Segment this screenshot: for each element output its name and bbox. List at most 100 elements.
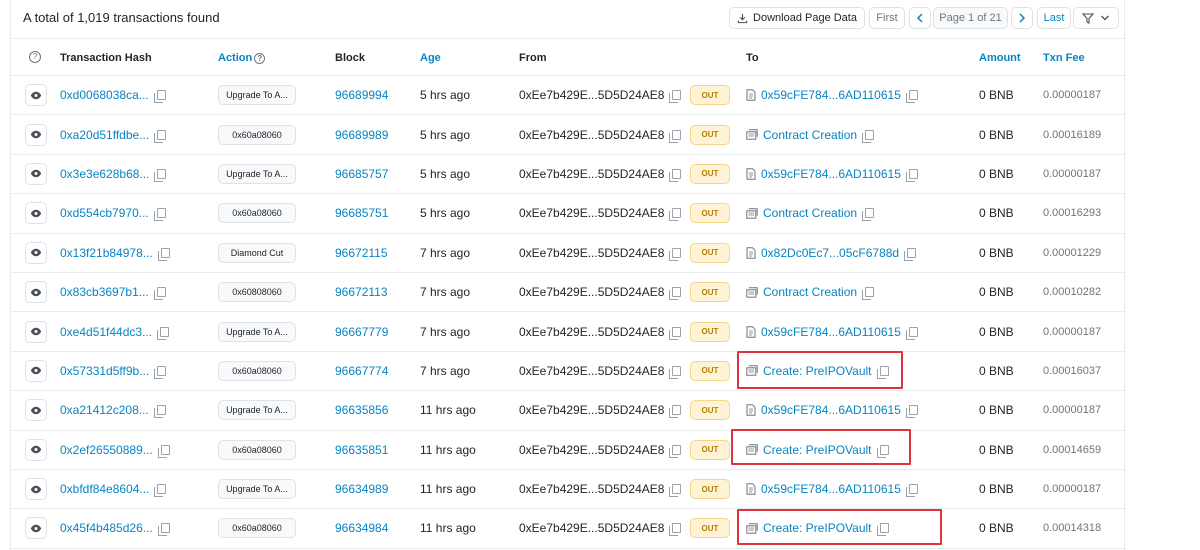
tx-hash-link[interactable]: 0x57331d5ff9b... bbox=[60, 364, 149, 378]
from-address[interactable]: 0xEe7b429E...5D5D24AE8 bbox=[519, 167, 664, 181]
copy-icon[interactable] bbox=[669, 365, 682, 379]
copy-icon[interactable] bbox=[153, 287, 166, 301]
copy-icon[interactable] bbox=[669, 129, 682, 143]
view-details-button[interactable] bbox=[25, 281, 47, 304]
block-link[interactable]: 96635851 bbox=[335, 443, 388, 457]
info-icon[interactable]: ? bbox=[29, 51, 41, 63]
copy-icon[interactable] bbox=[669, 523, 682, 537]
to-address-link[interactable]: Contract Creation bbox=[763, 206, 857, 220]
to-address-link[interactable]: 0x59cFE784...6AD110615 bbox=[761, 167, 901, 181]
copy-icon[interactable] bbox=[905, 168, 918, 182]
to-address-link[interactable]: 0x59cFE784...6AD110615 bbox=[761, 88, 901, 102]
copy-icon[interactable] bbox=[153, 405, 166, 419]
view-details-button[interactable] bbox=[25, 241, 47, 264]
view-details-button[interactable] bbox=[25, 359, 47, 382]
copy-icon[interactable] bbox=[905, 90, 918, 104]
tx-hash-link[interactable]: 0x45f4b485d26... bbox=[60, 521, 153, 535]
download-page-data-button[interactable]: Download Page Data bbox=[729, 7, 865, 29]
from-address[interactable]: 0xEe7b429E...5D5D24AE8 bbox=[519, 246, 664, 260]
copy-icon[interactable] bbox=[669, 247, 682, 261]
tx-hash-link[interactable]: 0xe4d51f44dc3... bbox=[60, 325, 152, 339]
copy-icon[interactable] bbox=[669, 168, 682, 182]
copy-icon[interactable] bbox=[669, 405, 682, 419]
column-action[interactable]: Action? bbox=[218, 52, 266, 64]
question-icon[interactable]: ? bbox=[254, 52, 266, 64]
copy-icon[interactable] bbox=[154, 365, 167, 379]
copy-icon[interactable] bbox=[905, 326, 918, 340]
copy-icon[interactable] bbox=[904, 247, 917, 261]
to-address-link[interactable]: Create: PreIPOVault bbox=[763, 521, 872, 535]
copy-icon[interactable] bbox=[862, 208, 875, 222]
block-link[interactable]: 96685751 bbox=[335, 206, 388, 220]
copy-icon[interactable] bbox=[157, 326, 170, 340]
copy-icon[interactable] bbox=[669, 326, 682, 340]
tx-hash-link[interactable]: 0xbfdf84e8604... bbox=[60, 482, 149, 496]
copy-icon[interactable] bbox=[157, 444, 170, 458]
tx-hash-link[interactable]: 0x3e3e628b68... bbox=[60, 167, 149, 181]
view-details-button[interactable] bbox=[25, 123, 47, 146]
to-address-link[interactable]: Contract Creation bbox=[763, 128, 857, 142]
copy-icon[interactable] bbox=[154, 168, 167, 182]
tx-hash-link[interactable]: 0x2ef26550889... bbox=[60, 443, 153, 457]
copy-icon[interactable] bbox=[153, 90, 166, 104]
from-address[interactable]: 0xEe7b429E...5D5D24AE8 bbox=[519, 482, 664, 496]
from-address[interactable]: 0xEe7b429E...5D5D24AE8 bbox=[519, 88, 664, 102]
copy-icon[interactable] bbox=[876, 444, 889, 458]
copy-icon[interactable] bbox=[669, 287, 682, 301]
from-address[interactable]: 0xEe7b429E...5D5D24AE8 bbox=[519, 521, 664, 535]
from-address[interactable]: 0xEe7b429E...5D5D24AE8 bbox=[519, 285, 664, 299]
view-details-button[interactable] bbox=[25, 202, 47, 225]
view-details-button[interactable] bbox=[25, 162, 47, 185]
view-details-button[interactable] bbox=[25, 320, 47, 343]
column-txn-fee[interactable]: Txn Fee bbox=[1043, 52, 1085, 64]
tx-hash-link[interactable]: 0x83cb3697b1... bbox=[60, 285, 149, 299]
tx-hash-link[interactable]: 0xa21412c208... bbox=[60, 403, 149, 417]
copy-icon[interactable] bbox=[669, 444, 682, 458]
view-details-button[interactable] bbox=[25, 438, 47, 461]
column-amount[interactable]: Amount bbox=[979, 52, 1021, 64]
from-address[interactable]: 0xEe7b429E...5D5D24AE8 bbox=[519, 325, 664, 339]
copy-icon[interactable] bbox=[905, 484, 918, 498]
block-link[interactable]: 96689989 bbox=[335, 128, 388, 142]
first-page-button[interactable]: First bbox=[869, 7, 905, 29]
to-address-link[interactable]: 0x59cFE784...6AD110615 bbox=[761, 403, 901, 417]
copy-icon[interactable] bbox=[153, 208, 166, 222]
filter-button[interactable] bbox=[1073, 7, 1119, 29]
copy-icon[interactable] bbox=[157, 247, 170, 261]
copy-icon[interactable] bbox=[669, 90, 682, 104]
block-link[interactable]: 96672113 bbox=[335, 285, 388, 299]
tx-hash-link[interactable]: 0x13f21b84978... bbox=[60, 246, 153, 260]
to-address-link[interactable]: 0x59cFE784...6AD110615 bbox=[761, 482, 901, 496]
to-address-link[interactable]: Create: PreIPOVault bbox=[763, 364, 872, 378]
block-link[interactable]: 96635856 bbox=[335, 403, 388, 417]
to-address-link[interactable]: Contract Creation bbox=[763, 285, 857, 299]
view-details-button[interactable] bbox=[25, 478, 47, 501]
block-link[interactable]: 96634984 bbox=[335, 521, 388, 535]
from-address[interactable]: 0xEe7b429E...5D5D24AE8 bbox=[519, 403, 664, 417]
column-age[interactable]: Age bbox=[420, 52, 441, 64]
copy-icon[interactable] bbox=[154, 129, 167, 143]
block-link[interactable]: 96689994 bbox=[335, 88, 388, 102]
copy-icon[interactable] bbox=[669, 484, 682, 498]
view-details-button[interactable] bbox=[25, 84, 47, 107]
from-address[interactable]: 0xEe7b429E...5D5D24AE8 bbox=[519, 443, 664, 457]
block-link[interactable]: 96685757 bbox=[335, 167, 388, 181]
copy-icon[interactable] bbox=[157, 523, 170, 537]
copy-icon[interactable] bbox=[876, 365, 889, 379]
from-address[interactable]: 0xEe7b429E...5D5D24AE8 bbox=[519, 206, 664, 220]
copy-icon[interactable] bbox=[154, 484, 167, 498]
copy-icon[interactable] bbox=[862, 287, 875, 301]
block-link[interactable]: 96672115 bbox=[335, 246, 388, 260]
copy-icon[interactable] bbox=[669, 208, 682, 222]
view-details-button[interactable] bbox=[25, 399, 47, 422]
to-address-link[interactable]: 0x82Dc0Ec7...05cF6788d bbox=[761, 246, 899, 260]
from-address[interactable]: 0xEe7b429E...5D5D24AE8 bbox=[519, 128, 664, 142]
last-page-button[interactable]: Last bbox=[1037, 7, 1071, 29]
view-details-button[interactable] bbox=[25, 517, 47, 540]
copy-icon[interactable] bbox=[876, 523, 889, 537]
tx-hash-link[interactable]: 0xd0068038ca... bbox=[60, 88, 149, 102]
tx-hash-link[interactable]: 0xa20d51ffdbe... bbox=[60, 128, 149, 142]
from-address[interactable]: 0xEe7b429E...5D5D24AE8 bbox=[519, 364, 664, 378]
previous-page-button[interactable] bbox=[909, 7, 931, 29]
to-address-link[interactable]: Create: PreIPOVault bbox=[763, 443, 872, 457]
